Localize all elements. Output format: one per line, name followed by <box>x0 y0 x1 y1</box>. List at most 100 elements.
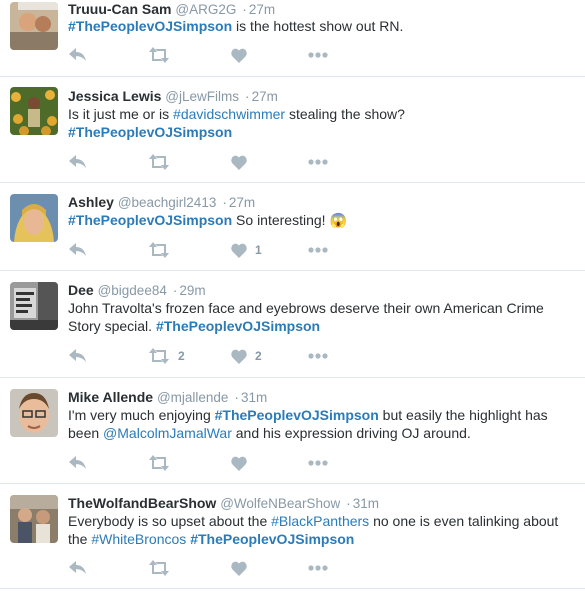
like-button[interactable]: 1 <box>231 240 262 260</box>
reply-button[interactable] <box>68 152 87 172</box>
like-button[interactable] <box>231 152 255 172</box>
hashtag-link[interactable]: #ThePeoplevOJSimpson <box>215 407 379 423</box>
timestamp[interactable]: 29m <box>179 283 205 298</box>
tweet-actions: 1 <box>68 240 368 260</box>
handle[interactable]: @beachgirl2413 <box>118 195 217 210</box>
display-name[interactable]: Ashley <box>68 194 114 210</box>
more-icon <box>308 353 328 359</box>
tweet-text-segment: I'm very much enjoying <box>68 407 215 423</box>
tweet-text-segment: but easily the highlight has <box>378 407 548 423</box>
retweet-icon <box>149 154 169 170</box>
separator-dot: · <box>346 495 351 511</box>
more-icon <box>308 565 328 571</box>
handle[interactable]: @mjallende <box>157 390 229 405</box>
timestamp[interactable]: 27m <box>249 2 275 17</box>
hashtag-link[interactable]: #ThePeoplevOJSimpson <box>68 212 232 228</box>
reply-button[interactable] <box>68 346 87 366</box>
retweet-button[interactable] <box>148 558 178 578</box>
tweet-text: John Travolta's frozen face and eyebrows… <box>68 299 573 335</box>
timestamp[interactable]: 27m <box>229 195 255 210</box>
timestamp[interactable]: 31m <box>353 496 379 511</box>
tweet-actions: 2 2 <box>68 346 368 366</box>
tweet[interactable]: Ashley @beachgirl2413 · 27m #ThePeoplevOJ… <box>0 183 585 271</box>
heart-icon <box>231 48 247 63</box>
display-name[interactable]: Dee <box>68 282 94 298</box>
like-button[interactable] <box>231 45 255 65</box>
more-button[interactable] <box>308 152 328 172</box>
tweet-text: #ThePeoplevOJSimpson is the hottest show… <box>68 17 573 35</box>
tweet-header: Ashley @beachgirl2413 · 27m <box>68 193 255 212</box>
reply-icon <box>69 243 86 256</box>
handle[interactable]: @ARG2G <box>175 2 236 17</box>
display-name[interactable]: Jessica Lewis <box>68 88 161 104</box>
display-name[interactable]: TheWolfandBearShow <box>68 495 216 511</box>
display-name[interactable]: Truuu-Can Sam <box>68 1 171 17</box>
tweet[interactable]: Mike Allende @mjallende · 31m I'm very mu… <box>0 378 585 484</box>
avatar[interactable] <box>10 194 58 242</box>
reply-icon <box>69 561 86 574</box>
reply-button[interactable] <box>68 453 87 473</box>
handle[interactable]: @jLewFilms <box>165 89 239 104</box>
tweet-text-segment: the <box>68 531 92 547</box>
more-button[interactable] <box>308 453 328 473</box>
hashtag-link[interactable]: #ThePeoplevOJSimpson <box>68 18 232 34</box>
heart-icon <box>231 155 247 170</box>
like-button[interactable] <box>231 558 255 578</box>
more-icon <box>308 52 328 58</box>
more-icon <box>308 159 328 165</box>
tweet[interactable]: Dee @bigdee84 · 29m John Travolta's froze… <box>0 271 585 378</box>
display-name[interactable]: Mike Allende <box>68 389 153 405</box>
retweet-button[interactable] <box>148 453 178 473</box>
tweet-text: Is it just me or is #davidschwimmer stea… <box>68 105 573 141</box>
retweet-button[interactable] <box>148 240 178 260</box>
tweet[interactable]: Jessica Lewis @jLewFilms · 27m Is it just… <box>0 77 585 183</box>
heart-icon <box>231 243 247 258</box>
handle[interactable]: @WolfeNBearShow <box>220 496 340 511</box>
tweet-text-segment: is the hottest show out RN. <box>232 18 404 34</box>
like-count: 2 <box>255 349 262 363</box>
retweet-button[interactable] <box>148 152 178 172</box>
hashtag-link[interactable]: #ThePeoplevOJSimpson <box>190 531 354 547</box>
more-button[interactable] <box>308 346 328 366</box>
separator-dot: · <box>234 389 240 405</box>
avatar[interactable] <box>10 495 58 543</box>
avatar[interactable] <box>10 87 58 135</box>
hashtag-link[interactable]: #ThePeoplevOJSimpson <box>68 124 232 140</box>
heart-icon <box>231 561 247 576</box>
like-button[interactable] <box>231 453 255 473</box>
reply-icon <box>69 155 86 168</box>
more-button[interactable] <box>308 558 328 578</box>
avatar[interactable] <box>10 389 58 437</box>
tweet-text-segment: So interesting! <box>232 212 330 228</box>
reply-button[interactable] <box>68 240 87 260</box>
tweet-actions <box>68 453 368 473</box>
more-button[interactable] <box>308 240 328 260</box>
tweet-text-segment: Is it just me or is <box>68 106 174 122</box>
handle[interactable]: @bigdee84 <box>98 283 167 298</box>
reply-icon <box>69 456 86 469</box>
like-button[interactable]: 2 <box>231 346 262 366</box>
tweet[interactable]: Truuu-Can Sam @ARG2G · 27m #ThePeoplevOJS… <box>0 0 585 77</box>
avatar[interactable] <box>10 2 58 50</box>
more-button[interactable] <box>308 45 328 65</box>
reply-button[interactable] <box>68 558 87 578</box>
tweet-text: I'm very much enjoying #ThePeoplevOJSimp… <box>68 406 573 442</box>
tweet[interactable]: TheWolfandBearShow @WolfeNBearShow · 31m … <box>0 484 585 589</box>
reply-button[interactable] <box>68 45 87 65</box>
heart-icon <box>231 456 247 471</box>
timestamp[interactable]: 31m <box>241 390 267 405</box>
hashtag-link[interactable]: #BlackPanthers <box>271 513 369 529</box>
tweet-text-segment: no one is even talinking about <box>369 513 559 529</box>
scream-emoji: 😱 <box>329 212 347 228</box>
retweet-icon <box>149 242 169 258</box>
tweet-text-segment: John Travolta's frozen face and eyebrows… <box>68 300 544 316</box>
hashtag-link[interactable]: #davidschwimmer <box>173 106 285 122</box>
hashtag-link[interactable]: #ThePeoplevOJSimpson <box>156 318 320 334</box>
avatar[interactable] <box>10 282 58 330</box>
retweet-button[interactable]: 2 <box>148 346 185 366</box>
hashtag-link[interactable]: #WhiteBroncos <box>91 531 186 547</box>
timestamp[interactable]: 27m <box>252 89 278 104</box>
retweet-icon <box>149 455 169 471</box>
retweet-button[interactable] <box>148 45 178 65</box>
mention-link[interactable]: @MalcolmJamalWar <box>103 425 232 441</box>
